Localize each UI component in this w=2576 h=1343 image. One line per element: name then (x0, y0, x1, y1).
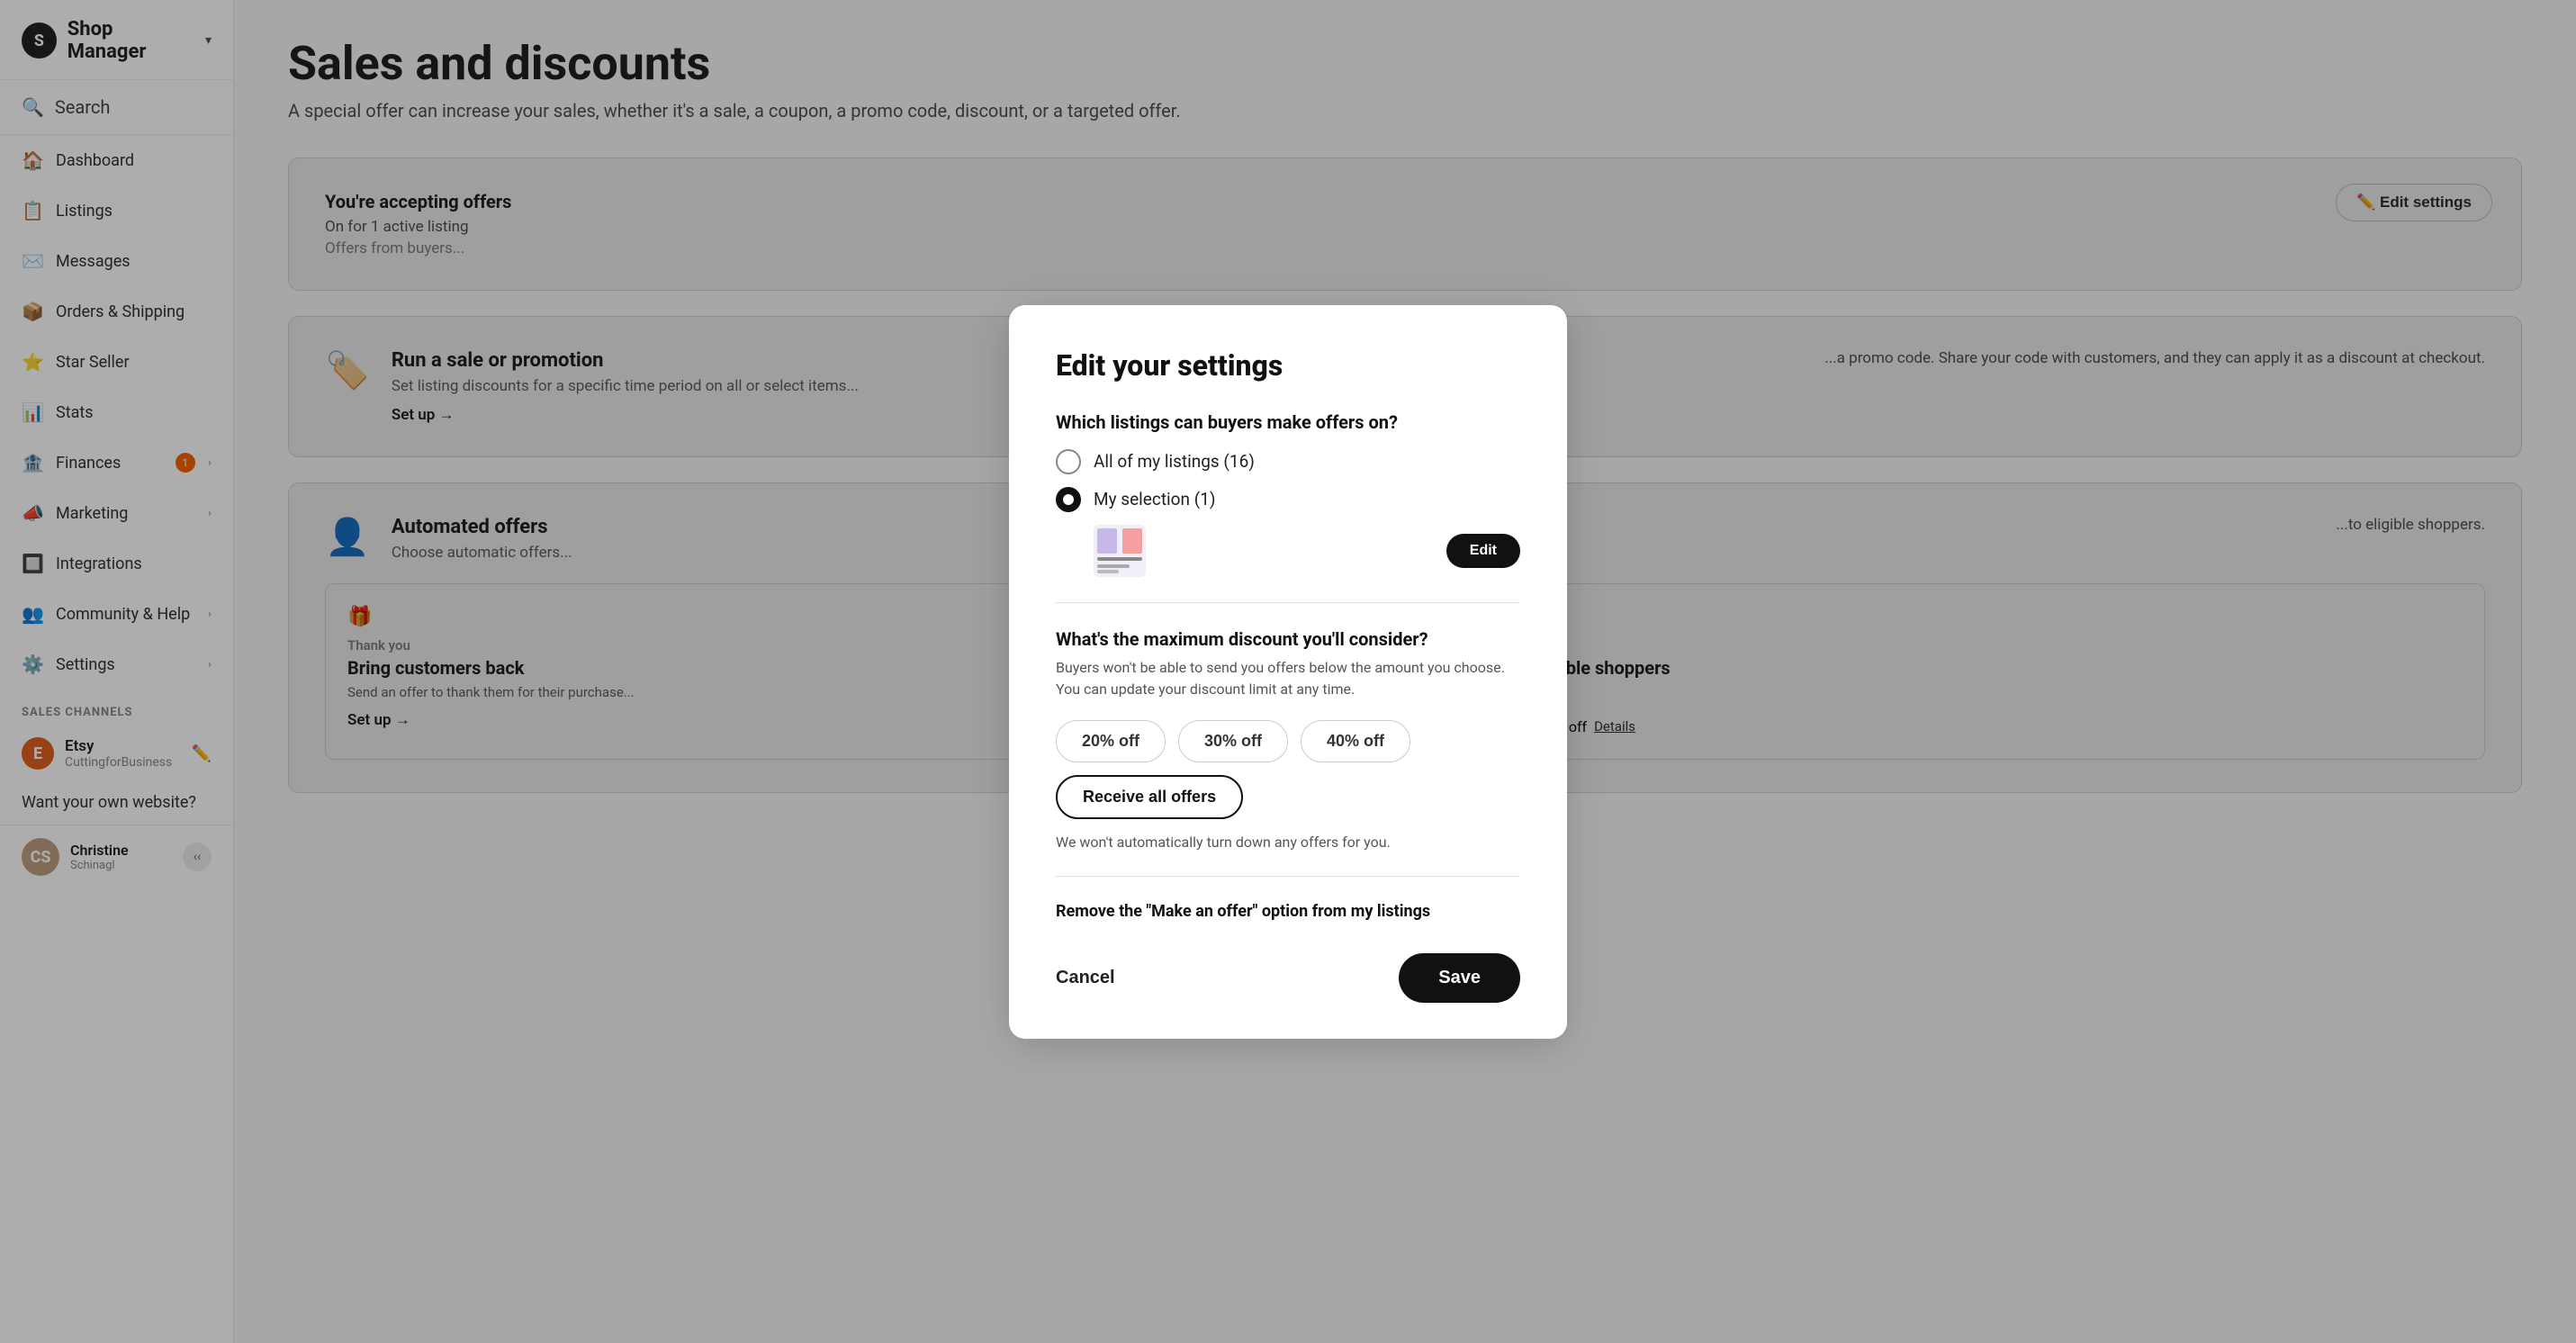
edit-selection-button[interactable]: Edit (1446, 534, 1520, 568)
modal-divider-2 (1056, 876, 1520, 877)
radio-all-listings-circle[interactable] (1056, 449, 1081, 474)
discount-20off-button[interactable]: 20% off (1056, 720, 1166, 762)
discount-section-desc: Buyers won't be able to send you offers … (1056, 657, 1520, 700)
modal-overlay: Edit your settings Which listings can bu… (0, 0, 2576, 1343)
radio-my-selection-label: My selection (1) (1094, 489, 1216, 509)
listing-thumbnail (1094, 525, 1146, 577)
edit-settings-modal: Edit your settings Which listings can bu… (1009, 305, 1567, 1039)
modal-footer: Cancel Save (1056, 953, 1520, 1003)
discount-note: We won't automatically turn down any off… (1056, 834, 1520, 851)
radio-option-my-selection[interactable]: My selection (1) (1056, 487, 1520, 512)
modal-title: Edit your settings (1056, 348, 1520, 383)
discount-section-title: What's the maximum discount you'll consi… (1056, 628, 1520, 650)
discount-40off-button[interactable]: 40% off (1301, 720, 1410, 762)
remove-make-an-offer-option[interactable]: Remove the "Make an offer" option from m… (1056, 902, 1520, 921)
cancel-button[interactable]: Cancel (1056, 968, 1115, 988)
save-button[interactable]: Save (1399, 953, 1520, 1003)
radio-my-selection-circle[interactable] (1056, 487, 1081, 512)
modal-divider-1 (1056, 602, 1520, 603)
discount-receive-all-button[interactable]: Receive all offers (1056, 775, 1243, 819)
discount-30off-button[interactable]: 30% off (1178, 720, 1288, 762)
radio-all-listings-label: All of my listings (16) (1094, 451, 1255, 472)
discount-options: 20% off 30% off 40% off Receive all offe… (1056, 720, 1520, 819)
selection-thumb-row: Edit (1094, 525, 1520, 577)
listings-section-title: Which listings can buyers make offers on… (1056, 411, 1520, 433)
radio-option-all-listings[interactable]: All of my listings (16) (1056, 449, 1520, 474)
